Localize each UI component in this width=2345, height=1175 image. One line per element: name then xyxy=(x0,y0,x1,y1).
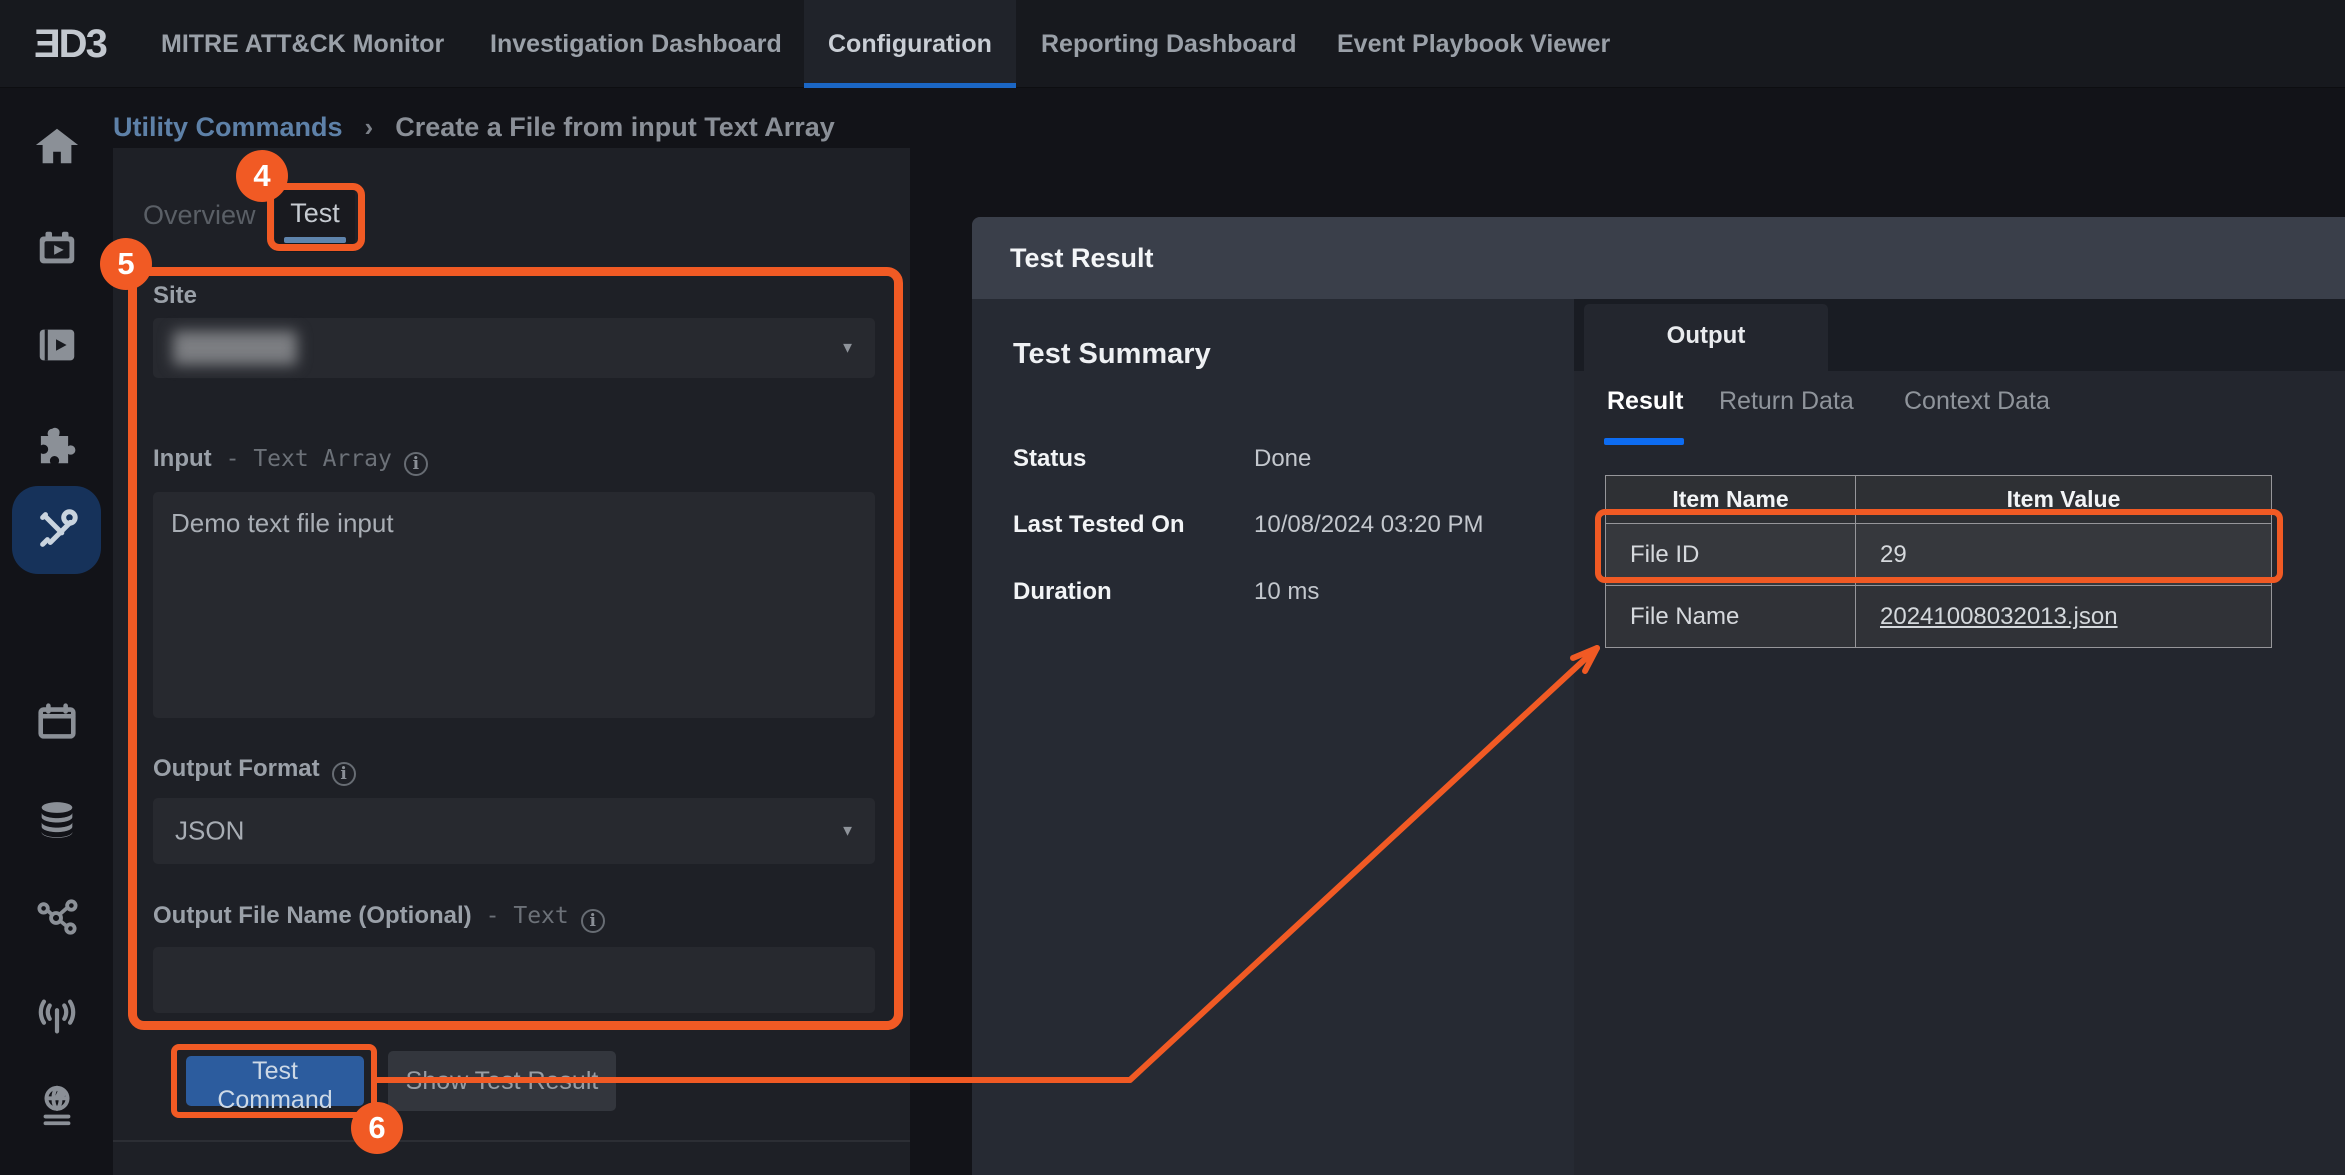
output-format-select[interactable]: JSON ▼ xyxy=(153,798,875,864)
nav-configuration[interactable]: Configuration xyxy=(804,0,1016,88)
breadcrumb: Utility Commands › Create a File from in… xyxy=(113,100,835,154)
test-result-modal: Test Result Test Summary Status Done Las… xyxy=(972,217,2345,1175)
cell-file-id-name: File ID xyxy=(1606,524,1856,586)
test-command-button[interactable]: Test Command xyxy=(186,1056,364,1106)
network-nodes-icon xyxy=(34,895,80,941)
test-result-title: Test Result xyxy=(1010,217,1154,299)
output-file-name-label: Output File Name (Optional)- Texti xyxy=(153,902,605,933)
column-header-item-name: Item Name xyxy=(1606,476,1856,524)
chevron-down-icon: ▼ xyxy=(840,340,855,357)
command-test-panel: Overview Test Site ▼ Input- Text Arrayi … xyxy=(113,148,910,1175)
video-book-icon xyxy=(34,322,80,368)
breadcrumb-current-page: Create a File from input Text Array xyxy=(395,112,835,143)
output-format-label: Output Formati xyxy=(153,755,356,786)
subtab-result-active-underline xyxy=(1604,438,1684,445)
nav-investigation-dashboard[interactable]: Investigation Dashboard xyxy=(490,0,782,88)
output-format-value: JSON xyxy=(175,816,244,847)
summary-last-tested-label: Last Tested On xyxy=(1013,511,1185,539)
cell-file-id-value: 29 xyxy=(1856,524,2272,586)
info-icon[interactable]: i xyxy=(404,452,428,476)
sidebar-item-data-management[interactable] xyxy=(0,776,113,864)
column-header-item-value: Item Value xyxy=(1856,476,2272,524)
panel-divider xyxy=(113,1140,910,1142)
tab-output[interactable]: Output xyxy=(1584,304,1828,371)
nav-reporting-dashboard[interactable]: Reporting Dashboard xyxy=(1041,0,1297,88)
summary-status-label: Status xyxy=(1013,445,1086,473)
summary-duration-label: Duration xyxy=(1013,578,1112,606)
output-file-name-input[interactable] xyxy=(153,947,875,1013)
table-row-file-id: File ID 29 xyxy=(1606,524,2272,586)
sidebar-item-playbook-library[interactable] xyxy=(0,301,113,389)
home-icon xyxy=(34,123,80,169)
nav-event-playbook-viewer[interactable]: Event Playbook Viewer xyxy=(1337,0,1610,88)
cell-file-name-name: File Name xyxy=(1606,586,1856,648)
tab-test-label: Test xyxy=(275,198,355,229)
sidebar-item-incident-report[interactable] xyxy=(0,1155,113,1175)
d3-logo[interactable]: ƎD3 xyxy=(34,0,106,88)
subtab-return-data[interactable]: Return Data xyxy=(1719,387,1854,416)
tab-test-active-underline xyxy=(284,237,346,243)
site-label: Site xyxy=(153,282,197,310)
subtab-result[interactable]: Result xyxy=(1607,387,1683,416)
table-header-row: Item Name Item Value xyxy=(1606,476,2272,524)
input-label: Input- Text Arrayi xyxy=(153,445,428,476)
cell-file-name-value: 20241008032013.json xyxy=(1856,586,2272,648)
file-download-link[interactable]: 20241008032013.json xyxy=(1880,603,2118,630)
sidebar-item-scheduled-playbook[interactable] xyxy=(0,204,113,292)
subtab-context-data[interactable]: Context Data xyxy=(1904,387,2050,416)
summary-last-tested-value: 10/08/2024 03:20 PM xyxy=(1254,511,1484,539)
calendar-play-icon xyxy=(34,225,80,271)
info-icon[interactable]: i xyxy=(581,909,605,933)
summary-duration-value: 10 ms xyxy=(1254,578,1319,606)
top-nav: ƎD3 MITRE ATT&CK Monitor Investigation D… xyxy=(0,0,2345,88)
tab-test[interactable]: Test xyxy=(275,186,355,252)
sidebar-item-connections[interactable] xyxy=(0,874,113,962)
show-test-result-button[interactable]: Show Test Result xyxy=(388,1051,616,1111)
sidebar xyxy=(0,88,113,1175)
chevron-down-icon: ▼ xyxy=(840,823,855,840)
breadcrumb-separator: › xyxy=(365,112,374,143)
summary-status-value: Done xyxy=(1254,445,1311,473)
sidebar-item-calendar[interactable] xyxy=(0,678,113,766)
site-select[interactable]: ▼ xyxy=(153,318,875,378)
output-file-name-type-hint: - Text xyxy=(486,903,569,929)
nav-mitre-attack-monitor[interactable]: MITRE ATT&CK Monitor xyxy=(161,0,444,88)
tab-overview[interactable]: Overview xyxy=(143,200,256,231)
sidebar-item-home[interactable] xyxy=(0,102,113,190)
result-table: Item Name Item Value File ID 29 File Nam… xyxy=(1605,475,2272,648)
breadcrumb-parent-link[interactable]: Utility Commands xyxy=(113,112,343,143)
input-type-hint: - Text Array xyxy=(226,446,392,472)
output-region: Output Result Return Data Context Data I… xyxy=(1574,299,2345,1175)
info-icon[interactable]: i xyxy=(332,762,356,786)
globe-lines-icon xyxy=(34,1083,80,1129)
input-textarea[interactable]: Demo text file input xyxy=(153,492,875,718)
puzzle-icon xyxy=(34,423,80,469)
app-screen: ƎD3 MITRE ATT&CK Monitor Investigation D… xyxy=(0,0,2345,1175)
tab-output-label: Output xyxy=(1667,322,1746,350)
calendar-icon xyxy=(34,699,80,745)
table-row-file-name: File Name 20241008032013.json xyxy=(1606,586,2272,648)
sidebar-item-utility-commands[interactable] xyxy=(0,486,113,574)
antenna-broadcast-icon xyxy=(34,993,80,1039)
database-icon xyxy=(34,797,80,843)
test-summary-heading: Test Summary xyxy=(1013,338,1211,371)
tools-icon xyxy=(34,507,80,553)
sidebar-item-integrations[interactable] xyxy=(0,402,113,490)
site-value-redacted xyxy=(173,331,297,365)
sidebar-item-web-security[interactable] xyxy=(0,1062,113,1150)
sidebar-item-event-intake[interactable] xyxy=(0,972,113,1060)
test-result-header: Test Result xyxy=(972,217,2345,299)
